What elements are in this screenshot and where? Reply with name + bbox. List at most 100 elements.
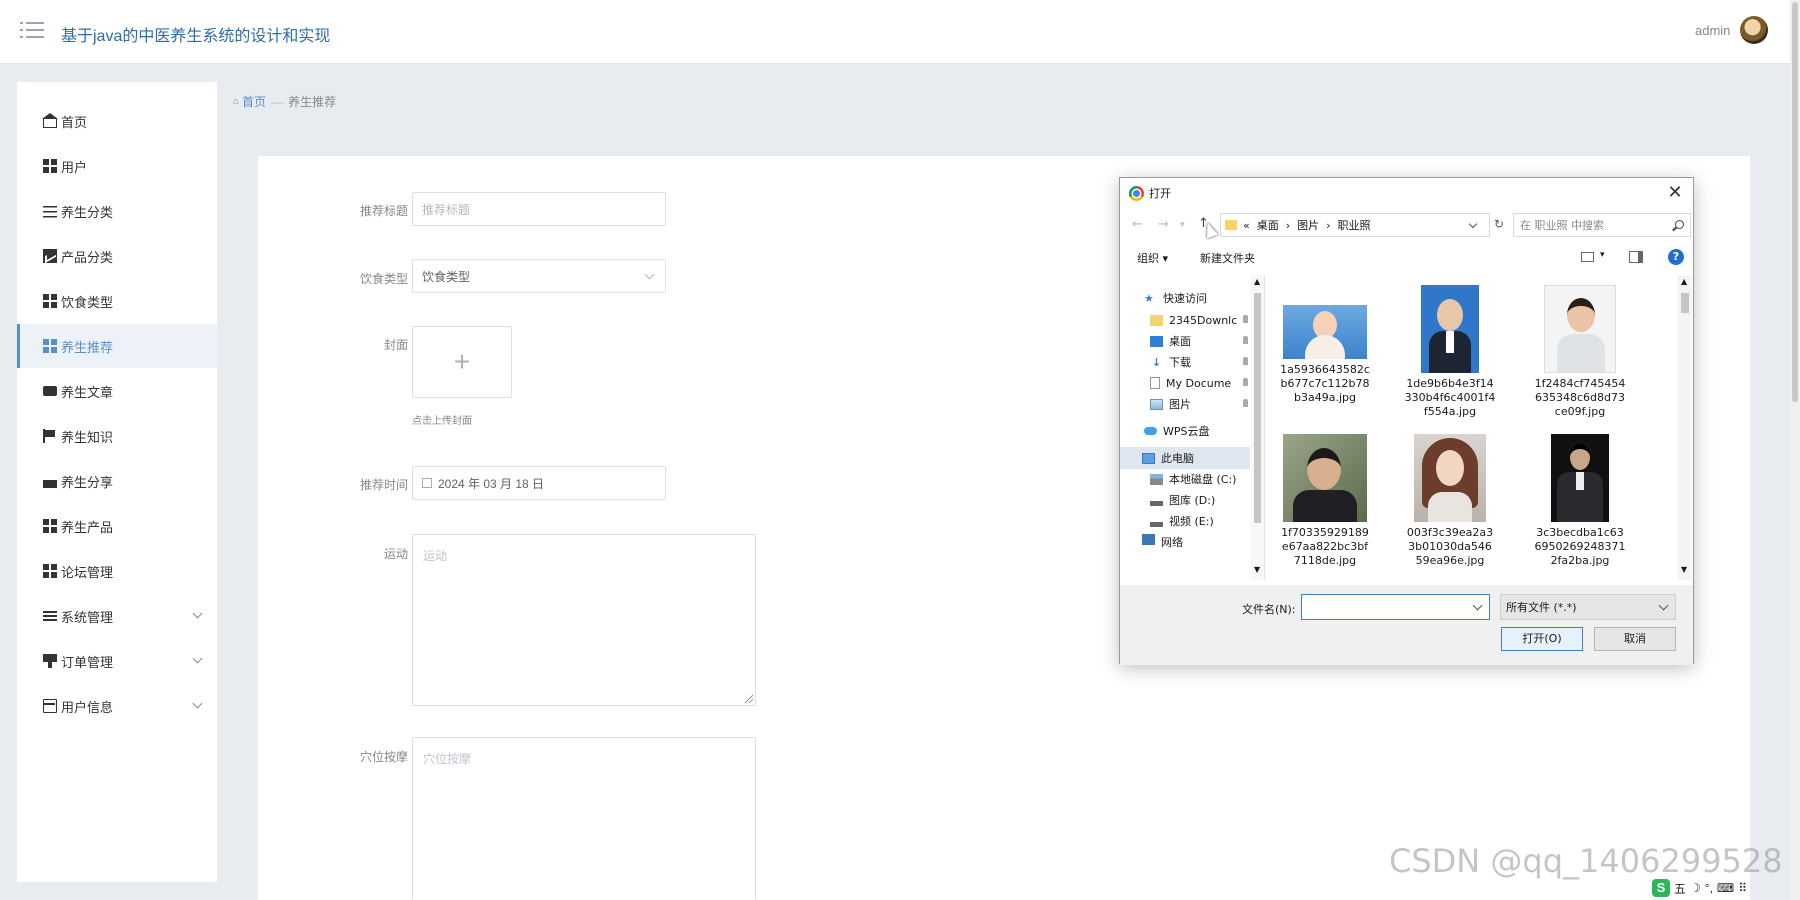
tree-item-desktop[interactable]: 桌面 bbox=[1120, 330, 1250, 352]
ime-logo-icon[interactable]: S bbox=[1652, 879, 1670, 897]
tree-item-documents[interactable]: My Docume bbox=[1120, 372, 1250, 394]
new-folder-button[interactable]: 新建文件夹 bbox=[1200, 250, 1255, 266]
sidebar-item-health-product[interactable]: 养生产品 bbox=[17, 504, 217, 548]
sidebar-item-product-category[interactable]: 产品分类 bbox=[17, 234, 217, 278]
punctuation-icon[interactable]: °, bbox=[1705, 881, 1713, 895]
disk-icon bbox=[1150, 515, 1163, 527]
keyboard-icon[interactable]: ⌨ bbox=[1717, 881, 1734, 895]
file-item[interactable]: 003f3c39ea2a3 3b01030da546 59ea96e.jpg bbox=[1395, 434, 1505, 568]
view-mode-icon[interactable] bbox=[1581, 252, 1594, 262]
more-icon[interactable]: ⠿ bbox=[1738, 881, 1747, 895]
sidebar-item-health-share[interactable]: 养生分享 bbox=[17, 459, 217, 503]
resize-handle-icon[interactable] bbox=[745, 695, 753, 703]
file-item[interactable]: 3c3becdba1c63 6950269248371 2fa2ba.jpg bbox=[1525, 434, 1635, 568]
ime-mode-icon[interactable]: 五 bbox=[1674, 880, 1686, 897]
path-segment[interactable]: 图片 bbox=[1297, 217, 1319, 233]
tree-item-drive-c[interactable]: 本地磁盘 (C:) bbox=[1120, 468, 1250, 490]
close-icon[interactable]: ✕ bbox=[1664, 182, 1686, 204]
file-name: 7118de.jpg bbox=[1293, 554, 1357, 567]
scroll-up-icon[interactable]: ▲ bbox=[1254, 277, 1260, 286]
tree-item-quick-access[interactable]: ★ 快速访问 bbox=[1120, 287, 1250, 309]
filename-input[interactable] bbox=[1301, 594, 1490, 620]
file-item[interactable]: 1f2484cf745454 635348c6d8d73 ce09f.jpg bbox=[1525, 285, 1635, 419]
pin-icon bbox=[1243, 399, 1248, 407]
tree-item-wps-cloud[interactable]: WPS云盘 bbox=[1120, 420, 1250, 442]
view-dropdown-icon[interactable]: ▾ bbox=[1600, 250, 1605, 260]
scroll-down-icon[interactable]: ▼ bbox=[1681, 565, 1687, 574]
tree-item-drive-e[interactable]: 视频 (E:) bbox=[1120, 510, 1250, 532]
tree-item-network[interactable]: 网络 bbox=[1120, 534, 1250, 548]
help-icon[interactable]: ? bbox=[1668, 249, 1684, 265]
tree-scrollbar[interactable]: ▲ ▼ bbox=[1251, 275, 1264, 580]
breadcrumb-separator: — bbox=[271, 94, 284, 109]
search-icon bbox=[1675, 220, 1684, 229]
file-item[interactable]: 1a5936643582c b677c7c112b78 b3a49a.jpg bbox=[1270, 285, 1380, 405]
file-item[interactable]: 1f70335929189 e67aa822bc3bf 7118de.jpg bbox=[1270, 434, 1380, 568]
sidebar-item-health-article[interactable]: 养生文章 bbox=[17, 369, 217, 413]
tree-item-downloads[interactable]: ↓ 下载 bbox=[1120, 351, 1250, 373]
tree-item-pictures[interactable]: 图片 bbox=[1120, 393, 1250, 415]
network-icon bbox=[1142, 534, 1155, 545]
folder-icon bbox=[1225, 220, 1237, 230]
sidebar-item-orders[interactable]: 订单管理 bbox=[17, 639, 217, 683]
exercise-textarea[interactable]: 运动 bbox=[412, 534, 756, 706]
file-list-scrollbar[interactable]: ▲ ▼ bbox=[1678, 275, 1692, 580]
back-arrow-icon[interactable]: ← bbox=[1132, 217, 1143, 232]
tree-item-label: 桌面 bbox=[1169, 335, 1191, 348]
menu-toggle-icon[interactable] bbox=[20, 20, 44, 40]
acupoint-textarea[interactable]: 穴位按摩 bbox=[412, 737, 756, 900]
address-bar[interactable]: « 桌面 › 图片 › 职业照 bbox=[1220, 213, 1490, 237]
sidebar-item-health-category[interactable]: 养生分类 bbox=[17, 189, 217, 233]
path-overflow[interactable]: « bbox=[1243, 219, 1250, 232]
dialog-search-input[interactable]: 在 职业照 中搜索 bbox=[1513, 213, 1691, 237]
sidebar-item-label: 首页 bbox=[61, 114, 88, 130]
acupoint-label: 穴位按摩 bbox=[359, 750, 408, 764]
cover-upload[interactable]: + bbox=[412, 326, 512, 398]
diet-type-select[interactable]: 饮食类型 bbox=[412, 259, 666, 293]
sidebar-item-label: 系统管理 bbox=[61, 609, 114, 625]
tree-item-this-pc[interactable]: 此电脑 bbox=[1120, 447, 1250, 469]
home-icon bbox=[42, 112, 58, 128]
cancel-button[interactable]: 取消 bbox=[1594, 627, 1676, 651]
plus-icon: + bbox=[453, 346, 471, 377]
sidebar-item-system[interactable]: 系统管理 bbox=[17, 594, 217, 638]
sidebar-item-health-knowledge[interactable]: 养生知识 bbox=[17, 414, 217, 458]
disk-icon bbox=[1150, 494, 1163, 506]
refresh-icon[interactable]: ↻ bbox=[1494, 217, 1504, 231]
page-scrollbar[interactable] bbox=[1790, 0, 1800, 900]
path-segment[interactable]: 职业照 bbox=[1338, 217, 1371, 233]
image-thumbnail bbox=[1544, 285, 1616, 373]
desktop-icon bbox=[1150, 335, 1163, 347]
app-title: 基于java的中医养生系统的设计和实现 bbox=[61, 28, 331, 45]
path-segment[interactable]: 桌面 bbox=[1257, 217, 1279, 233]
sidebar-item-home[interactable]: 首页 bbox=[17, 99, 217, 143]
organize-button[interactable]: 组织 ▾ bbox=[1137, 250, 1168, 266]
open-button[interactable]: 打开(O) bbox=[1501, 627, 1583, 651]
cover-upload-tip: 点击上传封面 bbox=[412, 416, 472, 427]
dialog-titlebar[interactable]: 打开 ✕ bbox=[1120, 178, 1693, 208]
recent-dropdown-icon[interactable]: ▾ bbox=[1180, 220, 1185, 230]
date-picker[interactable]: 2024 年 03 月 18 日 bbox=[412, 466, 666, 500]
tree-item-2345downloads[interactable]: 2345Downlc bbox=[1120, 309, 1250, 331]
chevron-down-icon bbox=[192, 698, 203, 709]
sidebar-item-user-info[interactable]: 用户信息 bbox=[17, 684, 217, 728]
file-name: 1a5936643582c bbox=[1280, 363, 1370, 376]
sidebar-item-health-recommend[interactable]: 养生推荐 bbox=[17, 324, 217, 368]
breadcrumb-home[interactable]: 首页 bbox=[242, 93, 266, 110]
sidebar-item-users[interactable]: 用户 bbox=[17, 144, 217, 188]
tree-item-drive-d[interactable]: 图库 (D:) bbox=[1120, 489, 1250, 511]
sidebar-item-diet-type[interactable]: 饮食类型 bbox=[17, 279, 217, 323]
sidebar-item-forum[interactable]: 论坛管理 bbox=[17, 549, 217, 593]
scroll-down-icon[interactable]: ▼ bbox=[1254, 565, 1260, 574]
preview-pane-icon[interactable] bbox=[1629, 251, 1643, 263]
title-input[interactable]: 推荐标题 bbox=[412, 192, 666, 226]
filetype-select[interactable]: 所有文件 (*.*) bbox=[1500, 594, 1676, 620]
file-item[interactable]: 1de9b6b4e3f14 330b4f6c4001f4 f554a.jpg bbox=[1395, 285, 1505, 419]
forward-arrow-icon[interactable]: → bbox=[1158, 217, 1169, 232]
moon-icon[interactable]: ☽ bbox=[1690, 881, 1701, 895]
scroll-up-icon[interactable]: ▲ bbox=[1681, 277, 1687, 286]
avatar[interactable] bbox=[1740, 16, 1768, 44]
user-name[interactable]: admin bbox=[1695, 23, 1730, 38]
dialog-footer: 文件名(N): 所有文件 (*.*) 打开(O) 取消 bbox=[1120, 585, 1693, 665]
chevron-down-icon[interactable] bbox=[1468, 219, 1478, 229]
